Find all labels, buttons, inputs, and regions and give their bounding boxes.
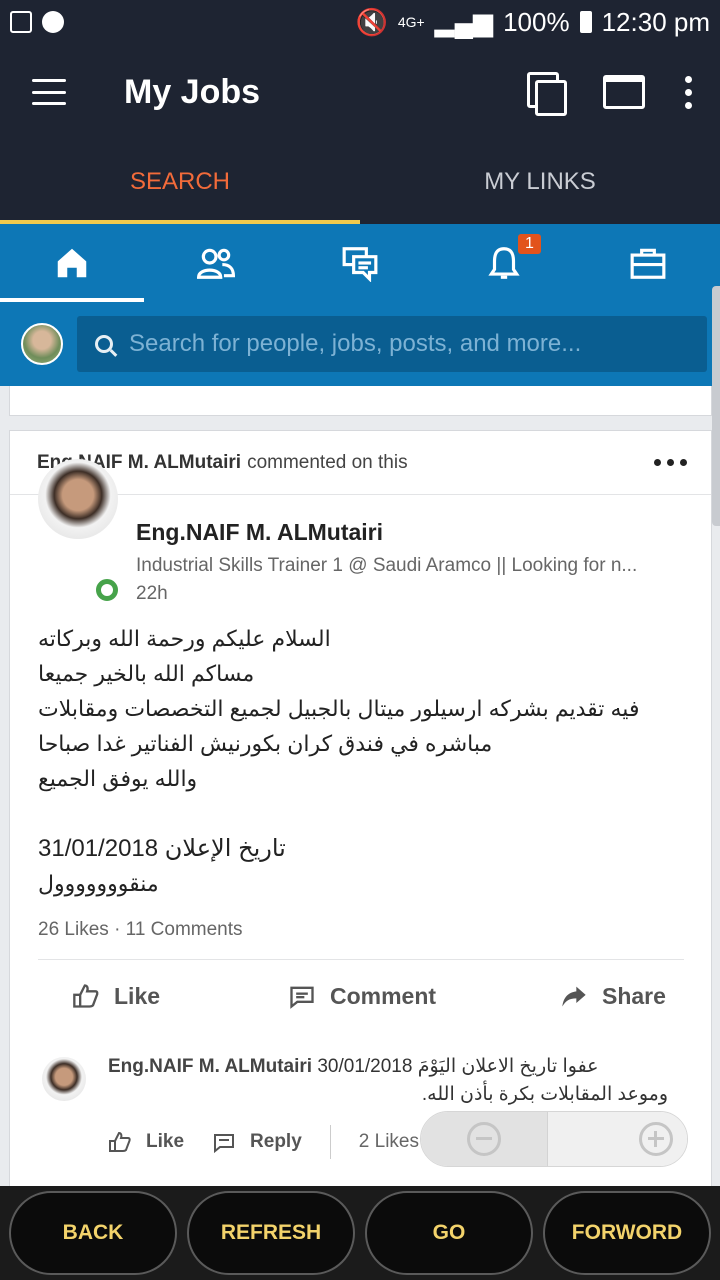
previous-post-card	[9, 386, 712, 416]
back-button[interactable]: BACK	[9, 1191, 177, 1275]
share-label: Share	[602, 982, 666, 1009]
post-line: والله يوفق الجميع	[38, 766, 198, 791]
comment-icon	[290, 986, 314, 1009]
overflow-menu-icon[interactable]	[685, 75, 692, 109]
refresh-button[interactable]: REFRESH	[187, 1191, 355, 1275]
copy-icon[interactable]	[527, 72, 567, 116]
author-headline: Industrial Skills Trainer 1 @ Saudi Aram…	[136, 555, 638, 576]
comment-line: وموعد المقابلات بكرة بأذن الله.	[421, 1084, 668, 1105]
reply-icon	[214, 1134, 235, 1154]
like-label: Like	[114, 982, 161, 1009]
comment-button[interactable]: Comment	[288, 982, 436, 1010]
tab-search[interactable]: SEARCH	[0, 140, 360, 224]
mute-icon: 🔇	[355, 6, 388, 37]
post-line: السلام عليكم ورحمة الله وبركاته	[38, 626, 331, 651]
post-line: مساكم الله بالخير جميعا	[38, 661, 255, 686]
post-time: 22h	[136, 583, 168, 604]
post-actions: Like Comment Share	[10, 971, 711, 1021]
comment-author[interactable]: Eng.NAIF M. ALMutairi	[108, 1056, 312, 1077]
comment-likes-count[interactable]: 2 Likes	[359, 1131, 419, 1153]
window-icon[interactable]	[603, 75, 645, 109]
thumbs-up-icon	[109, 1131, 131, 1152]
divider	[38, 959, 684, 960]
home-icon	[57, 248, 87, 278]
post-stats: 26 Likes · 11 Comments	[38, 919, 243, 940]
main-tabs: SEARCH MY LINKS	[0, 140, 720, 224]
search-input[interactable]: Search for people, jobs, posts, and more…	[77, 316, 707, 372]
commenter-avatar[interactable]	[42, 1057, 86, 1101]
nav-home[interactable]	[0, 224, 144, 302]
post-card: Eng.NAIF M. ALMutairi commented on this …	[9, 430, 712, 1190]
nav-messaging[interactable]	[288, 224, 432, 302]
nav-jobs[interactable]	[576, 224, 720, 302]
online-status-icon	[96, 579, 118, 601]
browser-controls: BACK REFRESH GO FORWORD	[0, 1186, 720, 1280]
comment-like-button[interactable]: Like	[108, 1130, 184, 1154]
zoom-in-icon	[639, 1122, 673, 1156]
battery-level: 100%	[503, 6, 570, 37]
share-icon	[562, 986, 586, 1007]
clock: 12:30 pm	[601, 6, 710, 37]
reply-button[interactable]: Reply	[212, 1130, 302, 1154]
notification-badge: 1	[518, 234, 541, 254]
nav-network[interactable]	[144, 224, 288, 302]
comment-text: Eng.NAIF M. ALMutairi عفوا تاريخ الاعلان…	[108, 1053, 668, 1109]
more-options-icon[interactable]	[654, 459, 687, 466]
battery-icon	[579, 11, 592, 33]
comment-actions: Like Reply 2 Likes	[108, 1125, 419, 1159]
likes-count[interactable]: 26 Likes	[38, 919, 109, 940]
zoom-in-button[interactable]	[547, 1112, 687, 1166]
briefcase-icon	[630, 248, 666, 279]
author-name[interactable]: Eng.NAIF M. ALMutairi	[136, 519, 383, 546]
network-type: 4G+	[397, 14, 425, 30]
menu-icon[interactable]	[32, 79, 66, 105]
signal-icon: ▂▄▆	[434, 6, 494, 37]
comments-count[interactable]: 11 Comments	[126, 919, 243, 940]
app-bar: My Jobs	[0, 44, 720, 140]
separator	[329, 1125, 331, 1159]
post-line: منقووووووول	[38, 871, 159, 896]
thumbs-up-icon	[73, 984, 99, 1008]
zoom-out-button[interactable]	[421, 1112, 548, 1166]
nav-notifications[interactable]: 1	[432, 224, 576, 302]
post-line: تاريخ الإعلان 31/01/2018	[38, 835, 286, 862]
site-nav: 1	[0, 224, 720, 302]
tab-my-links[interactable]: MY LINKS	[360, 140, 720, 224]
author-avatar[interactable]	[38, 459, 118, 539]
comment-like-label: Like	[146, 1131, 185, 1152]
go-button[interactable]: GO	[365, 1191, 533, 1275]
app-title: My Jobs	[124, 72, 261, 111]
zoom-out-icon	[466, 1122, 501, 1156]
reply-label: Reply	[250, 1131, 302, 1152]
forward-button[interactable]: FORWORD	[543, 1191, 711, 1275]
like-button[interactable]: Like	[72, 982, 160, 1010]
post-line: مباشره في فندق كران بكورنيش الفناتير غدا…	[38, 731, 493, 756]
zoom-controls	[420, 1111, 688, 1167]
search-icon	[95, 335, 113, 353]
status-bar: 🔇 4G+ ▂▄▆ 100% 12:30 pm	[0, 0, 720, 44]
image-notification-icon	[10, 11, 32, 33]
profile-avatar[interactable]	[21, 323, 63, 365]
comment-line: عفوا تاريخ الاعلان اليَوْمَ 30/01/2018	[317, 1056, 599, 1077]
post-body: السلام عليكم ورحمة الله وبركاته مساكم ال…	[38, 621, 678, 901]
comment-label: Comment	[330, 982, 437, 1009]
telegram-notification-icon	[42, 11, 64, 33]
messages-icon	[342, 247, 378, 282]
header-action: commented on this	[247, 451, 408, 473]
search-placeholder: Search for people, jobs, posts, and more…	[129, 330, 582, 357]
search-row: Search for people, jobs, posts, and more…	[0, 302, 720, 386]
scroll-handle[interactable]	[712, 286, 720, 526]
people-icon	[197, 248, 235, 279]
post-line: فيه تقديم بشركه ارسيلور ميتال بالجبيل لج…	[38, 696, 640, 721]
share-button[interactable]: Share	[560, 982, 666, 1010]
